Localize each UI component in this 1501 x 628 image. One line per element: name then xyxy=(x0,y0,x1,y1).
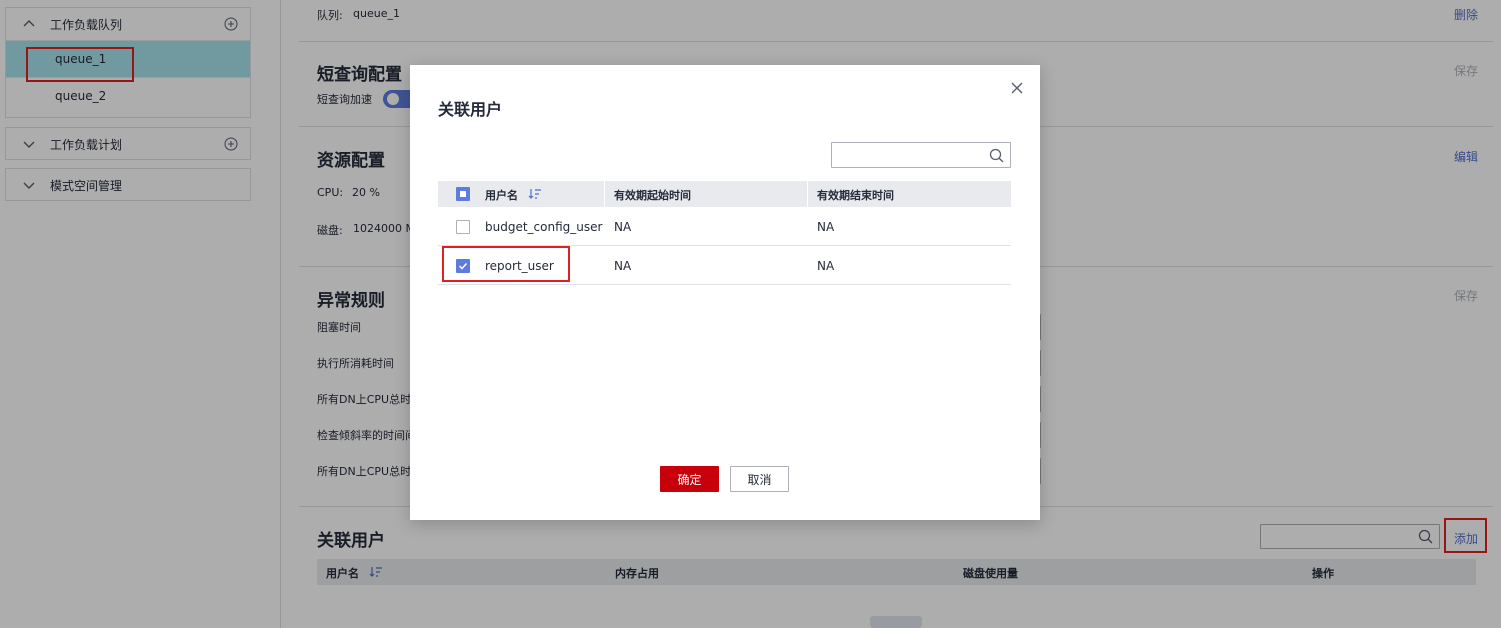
associate-user-dialog: 关联用户 用户名 有效期起始时间 有效期结束时间 budget_config_u… xyxy=(410,65,1040,520)
column-header-start-time: 有效期起始时间 xyxy=(614,189,691,202)
close-icon[interactable] xyxy=(1010,81,1024,95)
dialog-search-input[interactable] xyxy=(831,142,1011,168)
dialog-user-table: 用户名 有效期起始时间 有效期结束时间 budget_config_user N… xyxy=(438,181,1011,285)
column-header-end-time: 有效期结束时间 xyxy=(817,189,894,202)
row-username: report_user xyxy=(485,259,554,273)
column-separator xyxy=(807,181,808,207)
row-end-time: NA xyxy=(817,220,835,234)
table-row[interactable]: budget_config_user NA NA xyxy=(438,207,1011,246)
search-icon[interactable] xyxy=(989,148,1004,163)
dialog-title: 关联用户 xyxy=(438,100,503,119)
select-all-checkbox[interactable] xyxy=(456,187,470,201)
check-icon xyxy=(458,262,468,270)
column-header-username: 用户名 xyxy=(485,189,518,202)
table-row[interactable]: report_user NA NA xyxy=(438,246,1011,285)
sort-icon[interactable] xyxy=(528,188,542,200)
row-checkbox-checked[interactable] xyxy=(456,259,470,273)
confirm-button[interactable]: 确定 xyxy=(660,466,719,492)
row-start-time: NA xyxy=(614,220,632,234)
cancel-button[interactable]: 取消 xyxy=(730,466,789,492)
row-username: budget_config_user xyxy=(485,220,603,234)
partial-mark xyxy=(460,191,466,197)
column-separator xyxy=(604,181,605,207)
row-start-time: NA xyxy=(614,259,632,273)
row-checkbox[interactable] xyxy=(456,220,470,234)
row-end-time: NA xyxy=(817,259,835,273)
dialog-table-header: 用户名 有效期起始时间 有效期结束时间 xyxy=(438,181,1011,207)
